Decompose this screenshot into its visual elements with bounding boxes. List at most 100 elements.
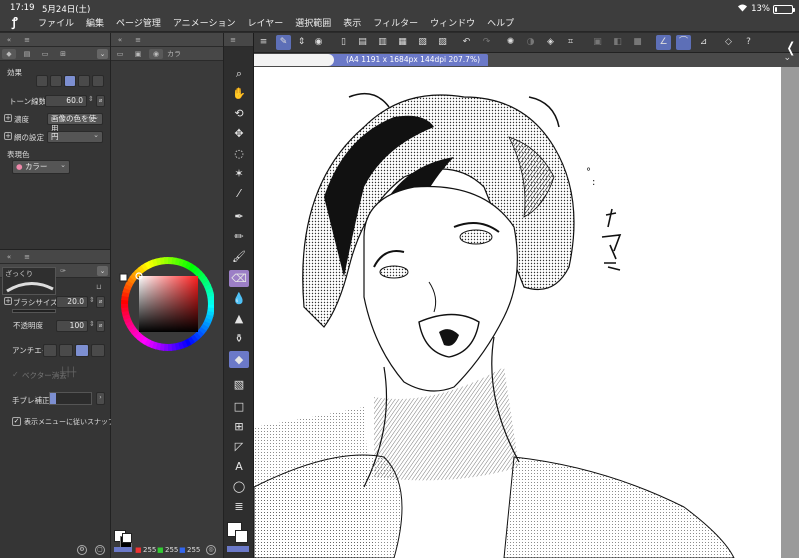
fill-bucket-icon[interactable]: ◈ <box>543 35 558 50</box>
hand-icon[interactable]: ✋ <box>229 85 249 102</box>
lock-icon[interactable]: ⊔ <box>96 283 101 291</box>
panel-menu-icon-2[interactable]: ≡ <box>20 252 34 262</box>
vector-erase-options-icon[interactable]: ┼┼┼ <box>60 368 76 378</box>
help-icon[interactable]: ? <box>741 35 756 50</box>
spray-icon[interactable]: ⚱ <box>229 330 249 347</box>
canvas-scrollbar[interactable] <box>781 67 799 558</box>
updown-icon[interactable]: ⇕ <box>294 35 309 50</box>
lasso-icon[interactable]: ◌ <box>229 145 249 162</box>
menu-view[interactable]: 表示 <box>343 16 361 29</box>
snap-checkbox[interactable]: ✓ <box>12 417 21 426</box>
menu-layer[interactable]: レイヤー <box>248 16 284 29</box>
effect-more-icon[interactable] <box>92 75 104 87</box>
setting-tab-icon[interactable]: ⊞ <box>56 49 70 59</box>
effect-water-icon[interactable] <box>78 75 90 87</box>
brush-tab-4-icon[interactable]: ✑ <box>56 266 70 276</box>
green-value[interactable]: 255 <box>165 546 178 554</box>
effect-tone-icon[interactable] <box>64 75 76 87</box>
layer-tab-icon[interactable]: ▤ <box>20 49 34 59</box>
print-icon[interactable]: ▧ <box>415 35 430 50</box>
aa-medium-icon[interactable] <box>75 344 89 357</box>
brush-size-pressure-icon[interactable]: ⌀ <box>96 296 105 308</box>
spinner-icon[interactable]: ✺ <box>503 35 518 50</box>
redo-icon[interactable]: ↷ <box>479 35 494 50</box>
app-logo-icon[interactable]: ꝭ <box>12 16 25 29</box>
color-wheel-tab-icon[interactable]: ◉ <box>149 48 163 59</box>
share-icon[interactable]: ▨ <box>435 35 450 50</box>
select-1-icon[interactable]: ▣ <box>590 35 605 50</box>
nav-tab-icon[interactable]: ▭ <box>38 49 52 59</box>
clear-icon[interactable]: ◑ <box>523 35 538 50</box>
color-panel-menu-icon[interactable]: ≡ <box>131 35 145 45</box>
chevron-down-icon-2[interactable]: ⌄ <box>97 265 108 276</box>
save-icon[interactable]: ▥ <box>375 35 390 50</box>
menu-edit[interactable]: 編集 <box>86 16 104 29</box>
chevron-left-icon[interactable]: ❬ <box>785 40 797 56</box>
color-tab-label[interactable]: カラ <box>167 49 181 59</box>
trash-icon[interactable]: ▢ <box>95 545 105 555</box>
select-3-icon[interactable]: ■ <box>630 35 645 50</box>
selected-tool-icon[interactable]: ◆ <box>229 351 249 368</box>
color-tab-1-icon[interactable]: ▭ <box>113 49 127 59</box>
text-icon[interactable]: A <box>229 458 249 475</box>
transparent-color-swatch[interactable] <box>122 533 132 543</box>
line-icon[interactable]: ≣ <box>229 498 249 515</box>
aa-strong-icon[interactable] <box>91 344 105 357</box>
pencil-icon[interactable]: ✏ <box>229 228 249 245</box>
vector-erase-check-icon[interactable]: ✓ <box>12 370 19 379</box>
magic-wand-icon[interactable]: ✶ <box>229 165 249 182</box>
ruler-icon[interactable]: ◸ <box>229 438 249 455</box>
fill-icon[interactable]: ▲ <box>229 310 249 327</box>
screen-expand-icon[interactable]: + <box>4 132 12 140</box>
color-wheel[interactable] <box>118 246 214 358</box>
chevron-down-icon[interactable]: ⌄ <box>97 48 108 59</box>
open-icon[interactable]: ▤ <box>355 35 370 50</box>
pen-icon[interactable]: ✒ <box>229 208 249 225</box>
export-icon[interactable]: ▦ <box>395 35 410 50</box>
aa-none-icon[interactable] <box>43 344 57 357</box>
settings-icon[interactable]: ⚙ <box>77 545 87 555</box>
transform-icon[interactable]: ⌗ <box>563 35 578 50</box>
undo-icon[interactable]: ↶ <box>459 35 474 50</box>
snap-ruler-icon[interactable]: ∠ <box>656 35 671 50</box>
opacity-pressure-icon[interactable]: ⌀ <box>96 320 105 332</box>
density-expand-icon[interactable]: + <box>4 114 12 122</box>
menu-filter[interactable]: フィルター <box>373 16 418 29</box>
brush-size-stepper[interactable]: ⇕ <box>89 296 95 304</box>
brush-size-field[interactable]: 20.0 <box>56 296 88 308</box>
stabilizer-more-icon[interactable]: › <box>96 392 105 405</box>
stabilizer-slider[interactable] <box>49 392 92 405</box>
hamburger-icon[interactable]: ≡ <box>256 35 271 50</box>
menu-help[interactable]: ヘルプ <box>487 16 514 29</box>
opacity-field[interactable]: 100 <box>56 320 88 332</box>
eraser-icon[interactable]: ⌫ <box>229 270 249 287</box>
blend-icon[interactable]: 💧 <box>229 290 249 307</box>
gradient-icon[interactable]: ▧ <box>229 376 249 393</box>
blue-value[interactable]: 255 <box>187 546 200 554</box>
layers-icon[interactable]: ◇ <box>721 35 736 50</box>
rectangle-icon[interactable]: □ <box>229 398 249 415</box>
menu-window[interactable]: ウィンドウ <box>430 16 475 29</box>
brush-size-slider[interactable] <box>12 309 56 313</box>
screen-select[interactable]: 円 <box>47 130 103 143</box>
color-panel-collapse-icon[interactable]: « <box>113 35 127 45</box>
canvas-area[interactable]: ° : <box>254 67 799 558</box>
brush-preview[interactable]: ざっくり <box>2 267 56 295</box>
move-icon[interactable]: ✥ <box>229 125 249 142</box>
red-value[interactable]: 255 <box>143 546 156 554</box>
new-file-icon[interactable]: ▯ <box>336 35 351 50</box>
menu-file[interactable]: ファイル <box>38 16 74 29</box>
panel-collapse-icon-2[interactable]: « <box>2 252 16 262</box>
rotate-icon[interactable]: ⟲ <box>229 105 249 122</box>
toolbox-sub-color[interactable] <box>235 530 248 543</box>
color-settings-icon[interactable]: ◎ <box>206 545 216 555</box>
tone-lines-link-icon[interactable]: ⌀ <box>96 95 105 107</box>
menu-selection[interactable]: 選択範囲 <box>295 16 331 29</box>
balloon-icon[interactable]: ◯ <box>229 478 249 495</box>
toolbox-menu-icon[interactable]: ≡ <box>226 35 240 45</box>
canvas-paper[interactable]: ° : <box>254 67 782 558</box>
frame-icon[interactable]: ⊞ <box>229 418 249 435</box>
opacity-stepper[interactable]: ⇕ <box>89 320 95 328</box>
expression-color-select[interactable]: ● カラー <box>12 159 70 174</box>
tone-lines-field[interactable]: 60.0 <box>45 95 87 107</box>
